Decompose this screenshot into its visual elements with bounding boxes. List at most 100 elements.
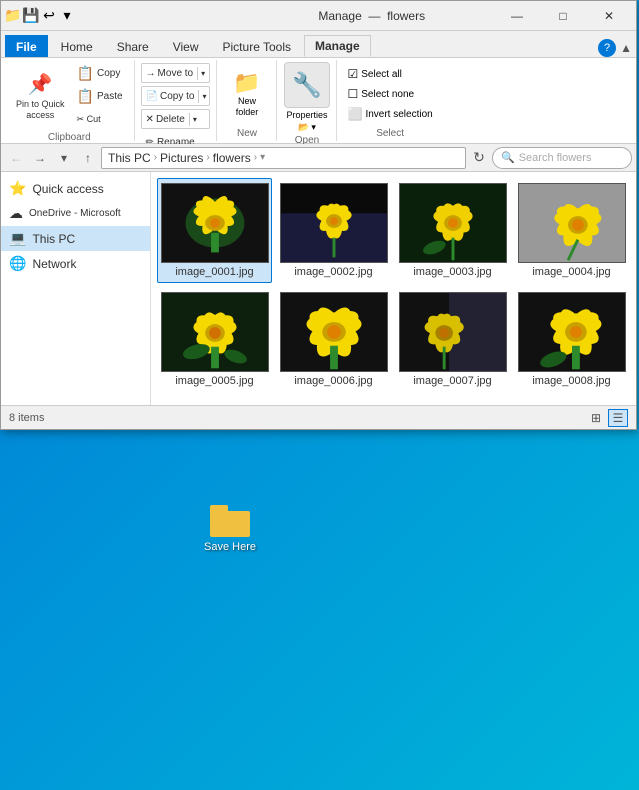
- new-folder-label: Newfolder: [236, 96, 259, 118]
- qat-dropdown-icon[interactable]: ▾: [59, 8, 75, 24]
- properties-button[interactable]: 🔧: [284, 62, 330, 108]
- search-box[interactable]: 🔍 Search flowers: [492, 147, 632, 169]
- view-tiles-button[interactable]: ⊞: [586, 409, 606, 427]
- file-item-0005[interactable]: image_0005.jpg: [157, 287, 272, 392]
- path-pictures[interactable]: Pictures: [160, 151, 203, 165]
- address-bar: ← → ▾ ↑ This PC › Pictures › flowers › ▾…: [1, 144, 636, 172]
- select-label: Select: [376, 126, 404, 139]
- path-this-pc[interactable]: This PC: [108, 151, 151, 165]
- explorer-window: 📁 💾 ↩ ▾ Manage — flowers — □ ✕ File Home: [0, 0, 637, 430]
- select-all-button[interactable]: ☑ Select all: [343, 65, 436, 83]
- desktop: Save Here 📁 💾 ↩ ▾ Manage — flowers — □ ✕: [0, 0, 639, 790]
- path-flowers[interactable]: flowers: [213, 151, 251, 165]
- paste-button[interactable]: 📋 Paste: [72, 85, 128, 107]
- file-name-0006: image_0006.jpg: [294, 375, 372, 387]
- up-button[interactable]: ↑: [77, 147, 99, 169]
- path-dropdown-icon[interactable]: ▾: [260, 152, 265, 163]
- desktop-folder-icon[interactable]: Save Here: [195, 505, 265, 553]
- ribbon-tabs: File Home Share View Picture Tools Manag…: [1, 31, 636, 57]
- folder-icon: [210, 505, 250, 537]
- recent-locations-button[interactable]: ▾: [53, 147, 75, 169]
- view-list-button[interactable]: ☰: [608, 409, 628, 427]
- pin-label: Pin to Quickaccess: [16, 99, 65, 121]
- forward-button[interactable]: →: [29, 147, 51, 169]
- tab-view[interactable]: View: [162, 35, 210, 57]
- minimize-button[interactable]: —: [494, 1, 540, 31]
- file-name-0003: image_0003.jpg: [413, 266, 491, 278]
- ribbon-group-select: ☑ Select all ☐ Select none ⬜ Invert sele…: [337, 60, 442, 141]
- new-buttons: 📁 Newfolder: [224, 62, 269, 126]
- file-item-0003[interactable]: image_0003.jpg: [395, 178, 510, 283]
- open-history-button[interactable]: 📂▾: [298, 122, 316, 133]
- organize-vert: → Move to ▾ 📄 Copy to ▾: [141, 62, 211, 153]
- ribbon-content: 📌 Pin to Quickaccess 📋 Copy 📋 Paste: [1, 57, 636, 143]
- this-pc-icon: 💻: [9, 230, 26, 247]
- network-icon: 🌐: [9, 255, 26, 272]
- file-thumb-0005: [161, 292, 269, 372]
- copy-icon: 📋: [77, 65, 94, 82]
- qat-save-icon[interactable]: 💾: [23, 8, 39, 24]
- tab-file[interactable]: File: [5, 35, 48, 57]
- tab-picture-tools[interactable]: Picture Tools: [212, 35, 302, 57]
- status-count: 8 items: [9, 412, 44, 424]
- help-icon[interactable]: ?: [598, 39, 616, 57]
- new-label: New: [237, 126, 257, 139]
- copy-button[interactable]: 📋 Copy: [72, 62, 128, 84]
- sidebar-item-network[interactable]: 🌐 Network: [1, 251, 150, 276]
- copy-to-button[interactable]: 📄 Copy to ▾: [141, 86, 211, 106]
- file-thumb-0004: [518, 183, 626, 263]
- file-item-0002[interactable]: image_0002.jpg: [276, 178, 391, 283]
- paste-dropdown-button[interactable]: ✂ Cut: [72, 108, 128, 130]
- status-bar-right: ⊞ ☰: [586, 409, 628, 427]
- invert-selection-button[interactable]: ⬜ Invert selection: [343, 105, 436, 123]
- refresh-button[interactable]: ↻: [468, 147, 490, 169]
- sidebar-item-quick-access[interactable]: ⭐ Quick access: [1, 176, 150, 201]
- address-path[interactable]: This PC › Pictures › flowers › ▾: [101, 147, 466, 169]
- window-controls: — □ ✕: [494, 1, 632, 31]
- ribbon: File Home Share View Picture Tools Manag…: [1, 31, 636, 144]
- move-to-button[interactable]: → Move to ▾: [141, 63, 211, 83]
- sidebar-item-this-pc[interactable]: 💻 This PC: [1, 226, 150, 251]
- file-item-0006[interactable]: image_0006.jpg: [276, 287, 391, 392]
- file-name-0001: image_0001.jpg: [175, 266, 253, 278]
- qat-undo-icon[interactable]: ↩: [41, 8, 57, 24]
- qat-folder-icon[interactable]: 📁: [5, 8, 21, 24]
- search-placeholder: Search flowers: [519, 152, 592, 164]
- file-name-0007: image_0007.jpg: [413, 375, 491, 387]
- status-bar: 8 items ⊞ ☰: [1, 405, 636, 429]
- file-item-0001[interactable]: image_0001.jpg: [157, 178, 272, 283]
- collapse-ribbon-icon[interactable]: ▲: [620, 41, 632, 55]
- file-name-0002: image_0002.jpg: [294, 266, 372, 278]
- file-name-0004: image_0004.jpg: [532, 266, 610, 278]
- delete-button[interactable]: ✕ Delete ▾: [141, 109, 211, 129]
- title-bar-left: 📁 💾 ↩ ▾: [5, 8, 250, 24]
- sidebar-item-onedrive[interactable]: ☁ OneDrive - Microsoft: [1, 201, 150, 226]
- file-item-0007[interactable]: image_0007.jpg: [395, 287, 510, 392]
- file-thumb-0007: [399, 292, 507, 372]
- tab-home[interactable]: Home: [50, 35, 104, 57]
- file-item-0004[interactable]: image_0004.jpg: [514, 178, 629, 283]
- desktop-icon-label: Save Here: [204, 541, 256, 553]
- file-thumb-0006: [280, 292, 388, 372]
- clipboard-label: Clipboard: [48, 130, 91, 143]
- close-button[interactable]: ✕: [586, 1, 632, 31]
- file-item-0008[interactable]: image_0008.jpg: [514, 287, 629, 392]
- ribbon-group-clipboard: 📌 Pin to Quickaccess 📋 Copy 📋 Paste: [5, 60, 135, 141]
- title-bar: 📁 💾 ↩ ▾ Manage — flowers — □ ✕: [1, 1, 636, 31]
- paste-icon: 📋: [77, 88, 94, 105]
- select-group: ☑ Select all ☐ Select none ⬜ Invert sele…: [343, 65, 436, 123]
- maximize-button[interactable]: □: [540, 1, 586, 31]
- ribbon-group-new: 📁 Newfolder New: [217, 60, 277, 141]
- back-button[interactable]: ←: [5, 147, 27, 169]
- select-none-button[interactable]: ☐ Select none: [343, 85, 436, 103]
- file-thumb-0003: [399, 183, 507, 263]
- clipboard-buttons: 📌 Pin to Quickaccess 📋 Copy 📋 Paste: [11, 62, 128, 130]
- pin-to-quick-access-button[interactable]: 📌 Pin to Quickaccess: [11, 67, 70, 125]
- tab-share[interactable]: Share: [106, 35, 160, 57]
- new-folder-button[interactable]: 📁 Newfolder: [224, 65, 269, 123]
- tab-manage[interactable]: Manage: [304, 35, 371, 57]
- select-buttons: ☑ Select all ☐ Select none ⬜ Invert sele…: [343, 62, 436, 126]
- window-title: Manage — flowers: [250, 9, 495, 23]
- properties-area: 🔧 Properties 📂▾: [284, 62, 330, 133]
- onedrive-icon: ☁: [9, 205, 23, 222]
